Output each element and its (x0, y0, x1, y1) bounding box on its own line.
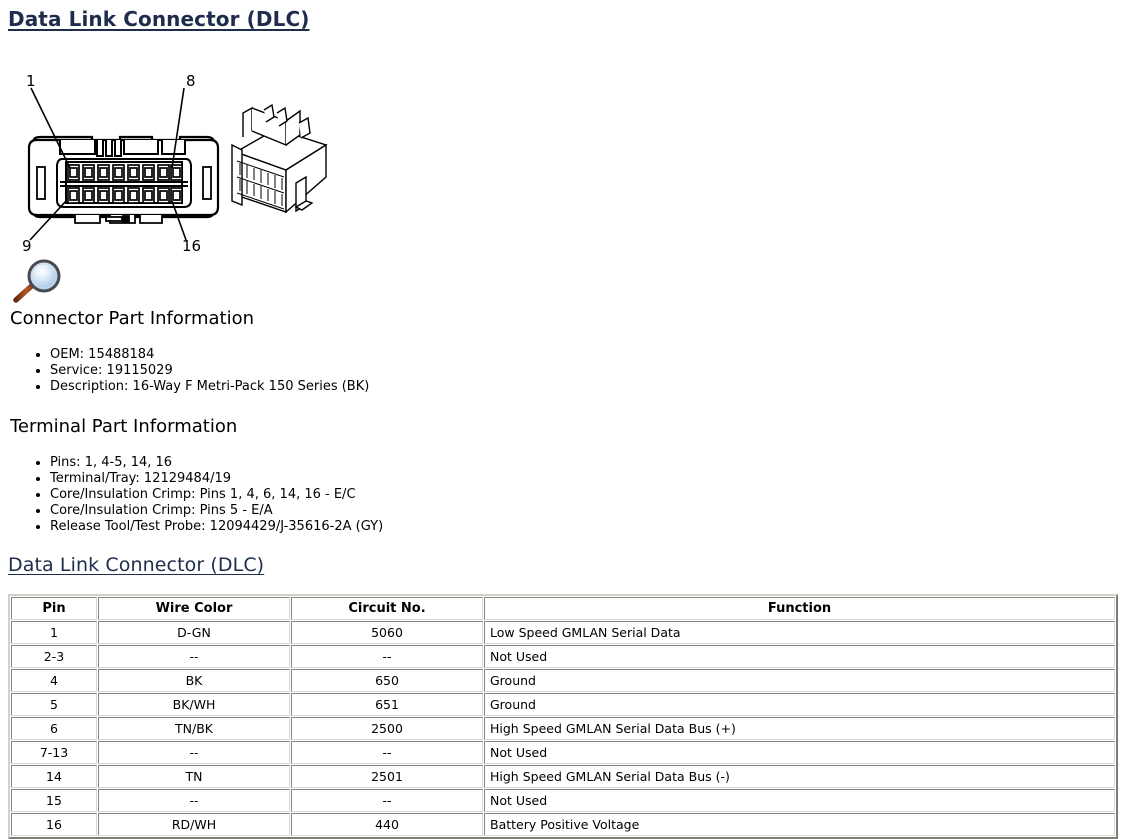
table-row: 16 RD/WH 440 Battery Positive Voltage (11, 813, 1115, 836)
terminal-part-information-list: Pins: 1, 4-5, 14, 16 Terminal/Tray: 1212… (28, 455, 383, 535)
cell-function: Ground (484, 693, 1115, 716)
table-row: 2-3 -- -- Not Used (11, 645, 1115, 668)
cell-function: Battery Positive Voltage (484, 813, 1115, 836)
list-item: Core/Insulation Crimp: Pins 1, 4, 6, 14,… (50, 487, 383, 503)
page-title-link-table[interactable]: Data Link Connector (DLC) (8, 554, 264, 576)
list-item: Core/Insulation Crimp: Pins 5 - E/A (50, 503, 383, 519)
cell-function: Not Used (484, 741, 1115, 764)
cell-wire-color: TN (98, 765, 290, 788)
cell-circuit-no: 2501 (291, 765, 483, 788)
cell-function: High Speed GMLAN Serial Data Bus (+) (484, 717, 1115, 740)
cell-function: Ground (484, 669, 1115, 692)
table-row: 1 D-GN 5060 Low Speed GMLAN Serial Data (11, 621, 1115, 644)
table-row: 7-13 -- -- Not Used (11, 741, 1115, 764)
cell-circuit-no: -- (291, 741, 483, 764)
cell-pin: 6 (11, 717, 97, 740)
page-title-link-top[interactable]: Data Link Connector (DLC) (8, 7, 309, 31)
column-header-circuit-no: Circuit No. (291, 597, 483, 620)
table-row: 15 -- -- Not Used (11, 789, 1115, 812)
heading-terminal-part-information: Terminal Part Information (10, 416, 238, 437)
cell-wire-color: BK (98, 669, 290, 692)
list-item: Release Tool/Test Probe: 12094429/J-3561… (50, 519, 383, 535)
connector-diagram: 1 8 9 16 (0, 55, 360, 255)
cell-wire-color: BK/WH (98, 693, 290, 716)
list-item: Terminal/Tray: 12129484/19 (50, 471, 383, 487)
cell-pin: 5 (11, 693, 97, 716)
cell-wire-color: -- (98, 741, 290, 764)
cell-pin: 1 (11, 621, 97, 644)
connector-part-information-list: OEM: 15488184 Service: 19115029 Descript… (28, 347, 369, 395)
cell-circuit-no: -- (291, 789, 483, 812)
cell-function: High Speed GMLAN Serial Data Bus (-) (484, 765, 1115, 788)
column-header-pin: Pin (11, 597, 97, 620)
magnifying-glass-icon[interactable] (8, 258, 70, 306)
cell-circuit-no: 440 (291, 813, 483, 836)
list-item: Service: 19115029 (50, 363, 369, 379)
cell-circuit-no: 651 (291, 693, 483, 716)
cell-function: Low Speed GMLAN Serial Data (484, 621, 1115, 644)
list-item: Pins: 1, 4-5, 14, 16 (50, 455, 383, 471)
table-header-row: Pin Wire Color Circuit No. Function (11, 597, 1115, 620)
pin-callout-16: 16 (182, 237, 201, 255)
column-header-function: Function (484, 597, 1115, 620)
cell-pin: 14 (11, 765, 97, 788)
connector-bottom-tabs (74, 215, 163, 224)
cell-circuit-no: -- (291, 645, 483, 668)
cell-function: Not Used (484, 789, 1115, 812)
pin-callout-8: 8 (186, 72, 196, 90)
cell-pin: 15 (11, 789, 97, 812)
cell-pin: 16 (11, 813, 97, 836)
column-header-wire-color: Wire Color (98, 597, 290, 620)
cell-wire-color: -- (98, 645, 290, 668)
cell-circuit-no: 5060 (291, 621, 483, 644)
list-item: Description: 16-Way F Metri-Pack 150 Ser… (50, 379, 369, 395)
cell-pin: 4 (11, 669, 97, 692)
table-row: 6 TN/BK 2500 High Speed GMLAN Serial Data B… (11, 717, 1115, 740)
table-row: 4 BK 650 Ground (11, 669, 1115, 692)
cell-function: Not Used (484, 645, 1115, 668)
cell-wire-color: -- (98, 789, 290, 812)
cell-wire-color: TN/BK (98, 717, 290, 740)
cell-wire-color: RD/WH (98, 813, 290, 836)
pin-callout-1: 1 (26, 72, 36, 90)
list-item: OEM: 15488184 (50, 347, 369, 363)
heading-connector-part-information: Connector Part Information (10, 308, 255, 329)
cell-wire-color: D-GN (98, 621, 290, 644)
cell-circuit-no: 2500 (291, 717, 483, 740)
cell-pin: 2-3 (11, 645, 97, 668)
table-row: 5 BK/WH 651 Ground (11, 693, 1115, 716)
pin-callout-9: 9 (22, 237, 32, 255)
table-row: 14 TN 2501 High Speed GMLAN Serial Data Bus… (11, 765, 1115, 788)
pin-assignment-table: Pin Wire Color Circuit No. Function 1 D-G… (8, 594, 1118, 839)
cell-circuit-no: 650 (291, 669, 483, 692)
cell-pin: 7-13 (11, 741, 97, 764)
